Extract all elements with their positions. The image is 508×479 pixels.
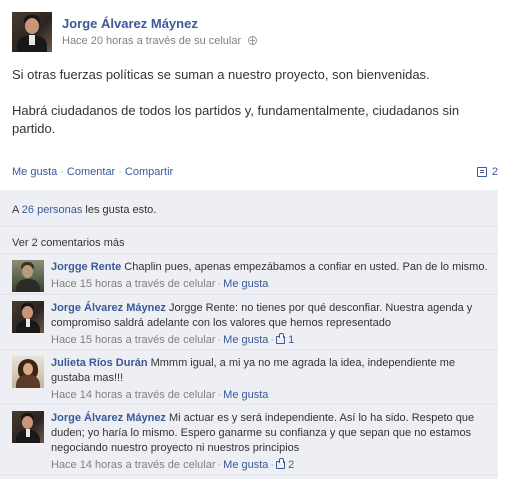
meta-separator: · [217, 334, 222, 346]
likes-people-link[interactable]: 26 personas [22, 204, 83, 216]
post-header: Jorge Álvarez Máynez Hace 20 horas a tra… [12, 12, 496, 54]
comment-body: Jorge Álvarez Máynez Mi actuar es y será … [51, 411, 491, 473]
thumb-icon [276, 333, 286, 344]
post-author-avatar[interactable] [12, 12, 52, 52]
feedback-panel: A 26 personas les gusta esto. Ver 2 come… [0, 190, 498, 479]
likes-summary-row: A 26 personas les gusta esto. [0, 190, 498, 227]
commenter-name[interactable]: Jorgge Rente [51, 261, 121, 273]
comment-timestamp[interactable]: Hace 14 horas a través de celular [51, 459, 215, 471]
post-timestamp[interactable]: Hace 20 horas a través de su celular [62, 35, 241, 47]
comment-text: Jorge Álvarez Máynez Mi actuar es y será … [51, 411, 491, 456]
comment-timestamp[interactable]: Hace 14 horas a través de celular [51, 389, 215, 401]
view-more-comments-link[interactable]: Ver 2 comentarios más [12, 237, 125, 249]
commenter-avatar[interactable] [12, 356, 44, 388]
comment: Jorge Álvarez Máynez Jorgge Rente: no tie… [0, 295, 498, 350]
likes-summary: A 26 personas les gusta esto. [12, 204, 156, 216]
comment-body: Jorge Álvarez Máynez Jorgge Rente: no tie… [51, 301, 491, 348]
comment-text: Jorgge Rente Chaplin pues, apenas empezáb… [51, 260, 491, 275]
comment-message: Chaplin pues, apenas empezábamos a confi… [124, 261, 488, 273]
comment: Jorge Álvarez Máynez Mi actuar es y será … [0, 405, 498, 475]
comment-likes-count[interactable]: 2 [276, 458, 295, 471]
comment-timestamp[interactable]: Hace 15 horas a través de celular [51, 278, 215, 290]
likes-summary-prefix: A [12, 204, 19, 216]
comment-like-link[interactable]: Me gusta [223, 278, 268, 290]
comment-likes-count[interactable]: 1 [276, 333, 295, 346]
comment-count-icon [476, 167, 487, 177]
commenter-name[interactable]: Jorge Álvarez Máynez [51, 412, 166, 424]
post-meta: Hace 20 horas a través de su celular [62, 35, 258, 47]
meta-separator: · [217, 278, 222, 290]
comment-text: Jorge Álvarez Máynez Jorgge Rente: no tie… [51, 301, 491, 331]
comment-meta: Hace 14 horas a través de celular · Me gus… [51, 388, 491, 403]
page-edge [498, 0, 508, 479]
comment-timestamp[interactable]: Hace 15 horas a través de celular [51, 334, 215, 346]
post-author-name[interactable]: Jorge Álvarez Máynez [62, 16, 198, 31]
commenter-avatar[interactable] [12, 411, 44, 443]
meta-separator: · [217, 459, 222, 471]
comment: Jorgge Rente Chaplin pues, apenas empezáb… [0, 254, 498, 295]
comment-body: Julieta Ríos Durán Mmmm igual, a mi ya no… [51, 356, 491, 403]
comment-like-link[interactable]: Me gusta [223, 389, 268, 401]
post-paragraph: Si otras fuerzas políticas se suman a nu… [12, 67, 430, 82]
comment-likes-value: 1 [288, 334, 295, 346]
view-more-comments-row: Ver 2 comentarios más [0, 227, 498, 254]
commenter-name[interactable]: Julieta Ríos Durán [51, 357, 148, 369]
globe-icon[interactable] [248, 36, 258, 45]
meta-separator: · [270, 334, 275, 346]
likes-summary-suffix: les gusta esto. [85, 204, 157, 216]
comment-count[interactable]: 2 [476, 166, 498, 178]
comment: Julieta Ríos Durán Mmmm igual, a mi ya no… [0, 350, 498, 405]
meta-separator: · [270, 459, 275, 471]
action-separator: · [118, 166, 122, 178]
commenter-name[interactable]: Jorge Álvarez Máynez [51, 302, 166, 314]
meta-separator: · [217, 389, 222, 401]
post-paragraph: Habrá ciudadanos de todos los partidos y… [12, 103, 460, 136]
comment-like-link[interactable]: Me gusta [223, 334, 268, 346]
comment-likes-value: 2 [288, 459, 295, 471]
comment-body: Jorgge Rente Chaplin pues, apenas empezáb… [51, 260, 491, 292]
action-bar: Me gusta · Comentar · Compartir 2 [12, 166, 498, 182]
comment-like-link[interactable]: Me gusta [223, 459, 268, 471]
like-link[interactable]: Me gusta [12, 166, 57, 178]
share-link[interactable]: Compartir [125, 166, 173, 178]
post-body: Si otras fuerzas políticas se suman a nu… [12, 66, 496, 156]
thumb-icon [276, 458, 286, 469]
comment-link[interactable]: Comentar [67, 166, 115, 178]
comment-meta: Hace 15 horas a través de celular · Me gus… [51, 333, 491, 348]
comment-text: Julieta Ríos Durán Mmmm igual, a mi ya no… [51, 356, 491, 386]
commenter-avatar[interactable] [12, 301, 44, 333]
commenter-avatar[interactable] [12, 260, 44, 292]
comment-meta: Hace 14 horas a través de celular · Me gus… [51, 458, 491, 473]
comment-meta: Hace 15 horas a través de celular · Me gus… [51, 277, 491, 292]
action-separator: · [60, 166, 64, 178]
